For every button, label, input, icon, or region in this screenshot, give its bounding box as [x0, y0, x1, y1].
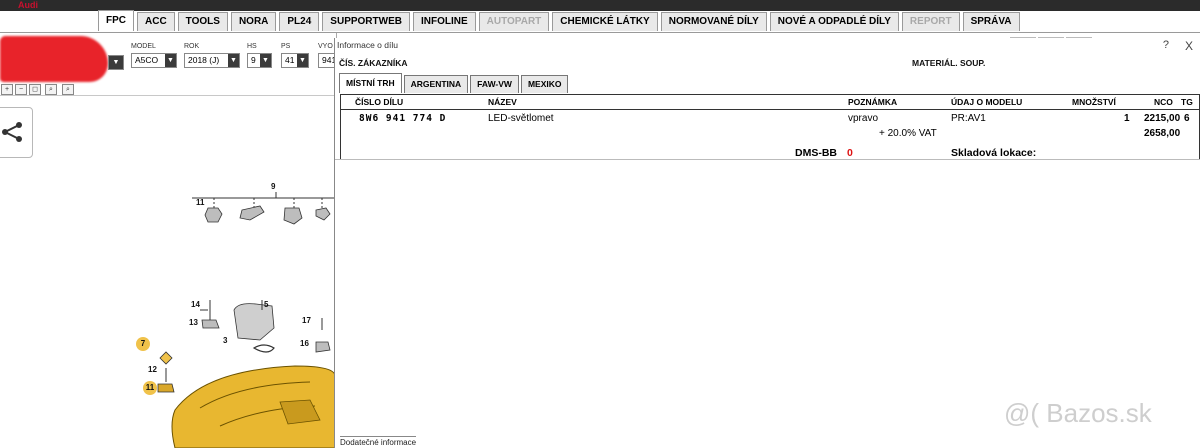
market-tabs: MÍSTNÍ TRH ARGENTINA FAW-VW MEXIKO — [339, 73, 569, 93]
tab-supportweb[interactable]: SUPPORTWEB — [322, 12, 410, 31]
help-icon[interactable]: ? — [1163, 39, 1169, 51]
callout-label[interactable]: 17 — [302, 316, 311, 325]
tab-sprava[interactable]: SPRÁVA — [962, 12, 1020, 31]
tab-mexiko[interactable]: MEXIKO — [520, 75, 569, 93]
rok-field: ROK 2018 (J) ▼ — [184, 43, 240, 68]
parts-diagram[interactable]: 9 11 14 5 13 17 3 7 16 12 11 — [130, 170, 336, 448]
col-qty: MNOŽSTVÍ — [1072, 97, 1116, 107]
chevron-down-icon: ▼ — [260, 54, 271, 67]
zoom-in-icon[interactable]: + — [1, 84, 13, 95]
callout-label[interactable]: 16 — [300, 339, 309, 348]
price-nco: 2215,00 — [1144, 113, 1181, 124]
tab-mistni-trh[interactable]: MÍSTNÍ TRH — [339, 73, 402, 93]
share-icon — [2, 122, 22, 142]
chevron-down-icon: ▼ — [297, 54, 308, 67]
callout-label[interactable]: 13 — [189, 318, 198, 327]
tab-nove-a-odpadle-dily[interactable]: NOVÉ A ODPADLÉ DÍLY — [769, 12, 899, 31]
tab-divider — [0, 32, 1200, 33]
hs-value: 9 — [251, 55, 256, 65]
col-model-data: ÚDAJ O MODELU — [951, 97, 1023, 107]
tab-nora[interactable]: NORA — [230, 12, 277, 31]
hs-field: HS 9 ▼ — [247, 43, 272, 68]
main-tabs: FPC ACC TOOLS NORA PL24 SUPPORTWEB INFOL… — [98, 10, 1020, 32]
rok-label: ROK — [184, 43, 200, 50]
model-select[interactable]: A5CO ▼ — [131, 53, 177, 68]
customer-number-label: ČÍS. ZÁKAZNÍKA — [339, 58, 408, 68]
hs-select[interactable]: 9 ▼ — [247, 53, 272, 68]
callout-label[interactable]: 11 — [143, 381, 157, 395]
part-number: 8W6 941 774 D — [359, 113, 447, 124]
dialog-divider — [335, 159, 1200, 160]
callout-label[interactable]: 3 — [223, 336, 227, 345]
ps-label: PS — [281, 43, 291, 50]
chevron-down-icon: ▼ — [165, 54, 176, 67]
ps-field: PS 41 ▼ — [281, 43, 309, 68]
tab-faw-vw[interactable]: FAW-VW — [470, 75, 519, 93]
tab-tools[interactable]: TOOLS — [177, 12, 228, 31]
part-note: vpravo — [848, 113, 879, 124]
close-icon[interactable]: X — [1185, 39, 1193, 53]
app-window: Audi FPC ACC TOOLS NORA PL24 SUPPORTWEB … — [0, 0, 1200, 448]
dialog-title: Informace o dílu — [337, 40, 398, 50]
tab-report: REPORT — [901, 12, 960, 31]
part-name: LED-světlomet — [488, 113, 554, 124]
additional-info-section[interactable]: Dodatečné informace — [340, 436, 417, 447]
headlight-exploded-view — [157, 192, 336, 448]
model-label: MODEL — [131, 43, 156, 50]
dms-label: DMS-BB — [795, 147, 837, 159]
material-label: MATERIÁL. SOUP. — [912, 58, 986, 68]
hs-label: HS — [247, 43, 257, 50]
callout-label[interactable]: 12 — [148, 365, 157, 374]
col-name: NÁZEV — [488, 97, 517, 107]
table-header: ČÍSLO DÍLU NÁZEV POZNÁMKA ÚDAJ O MODELU … — [341, 95, 1199, 110]
tab-argentina[interactable]: ARGENTINA — [403, 75, 469, 93]
ps-value: 41 — [285, 55, 295, 65]
col-part-no: ČÍSLO DÍLU — [355, 97, 404, 107]
col-nco: NCO — [1154, 97, 1173, 107]
watermark: @( Bazos.sk — [1004, 398, 1152, 428]
model-value: A5CO — [135, 55, 159, 65]
search-icon[interactable]: ⌕ — [62, 84, 74, 95]
tab-fpc[interactable]: FPC — [98, 10, 134, 31]
tab-autopart: AUTOPART — [478, 12, 550, 31]
callout-label[interactable]: 9 — [271, 182, 275, 191]
zoom-out-icon[interactable]: − — [15, 84, 27, 95]
part-info-dialog: Informace o dílu ? X ČÍS. ZÁKAZNÍKA MATE… — [334, 38, 1200, 448]
diagram-toolbar: + − ◻ ⌕ ⌕ — [0, 83, 334, 96]
callout-label[interactable]: 11 — [196, 198, 204, 207]
redaction-mark — [0, 36, 108, 82]
callout-label[interactable]: 7 — [136, 337, 150, 351]
dms-value: 0 — [847, 147, 853, 159]
col-tg: TG — [1181, 97, 1193, 107]
zoom-area-icon[interactable]: ⌕ — [45, 84, 57, 95]
price-with-vat: 2658,00 — [1144, 128, 1181, 139]
tab-chemicke-latky[interactable]: CHEMICKÉ LÁTKY — [552, 12, 658, 31]
chevron-down-icon: ▼ — [109, 56, 123, 69]
quantity: 1 — [1124, 113, 1130, 124]
tab-normovane-dily[interactable]: NORMOVANÉ DÍLY — [660, 12, 767, 31]
storage-location-label: Skladová lokace: — [951, 147, 1037, 159]
tab-pl24[interactable]: PL24 — [279, 12, 320, 31]
rok-select[interactable]: 2018 (J) ▼ — [184, 53, 240, 68]
tab-infoline[interactable]: INFOLINE — [412, 12, 476, 31]
top-strip: Audi — [0, 0, 1200, 11]
share-button[interactable] — [0, 107, 33, 158]
parts-table: ČÍSLO DÍLU NÁZEV POZNÁMKA ÚDAJ O MODELU … — [340, 94, 1200, 160]
callout-label[interactable]: 5 — [264, 300, 268, 309]
brand-label: Audi — [18, 0, 38, 10]
model-data: PR:AV1 — [951, 113, 986, 124]
model-field: MODEL A5CO ▼ — [131, 43, 177, 68]
tab-acc[interactable]: ACC — [137, 12, 175, 31]
price-group: 6 — [1184, 113, 1190, 124]
ps-select[interactable]: 41 ▼ — [281, 53, 309, 68]
vat-note: + 20.0% VAT — [879, 128, 937, 139]
rok-value: 2018 (J) — [188, 55, 220, 65]
zoom-fit-icon[interactable]: ◻ — [29, 84, 41, 95]
vehicle-select-arrow[interactable]: ▼ — [108, 55, 124, 70]
callout-label[interactable]: 14 — [191, 300, 200, 309]
col-note: POZNÁMKA — [848, 97, 898, 107]
chevron-down-icon: ▼ — [228, 54, 239, 67]
